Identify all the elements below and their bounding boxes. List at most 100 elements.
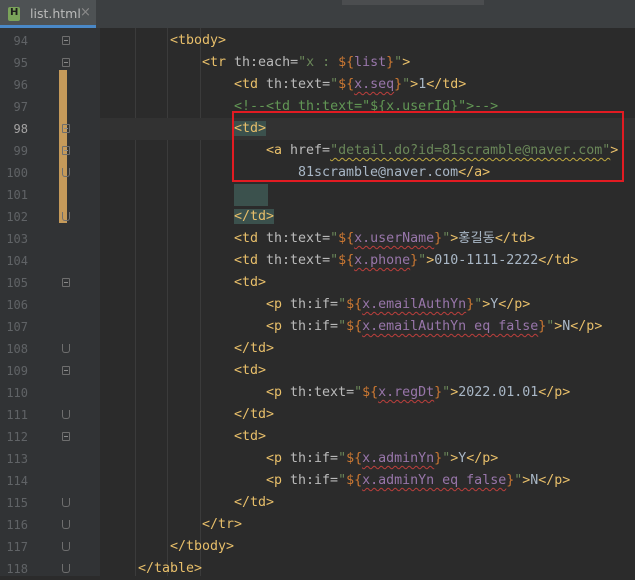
- code-text: </td>: [234, 206, 275, 228]
- html-file-icon: [8, 7, 20, 21]
- code-token-var: x.userName: [354, 231, 435, 246]
- code-text: <td>: [234, 360, 266, 382]
- code-line[interactable]: 117 </tbody>: [0, 536, 635, 558]
- fold-marker-icon[interactable]: [62, 58, 70, 67]
- code-line[interactable]: 115 </td>: [0, 492, 635, 514]
- code-token-tag: <tr: [202, 55, 235, 70]
- code-token-expr: ${: [362, 385, 379, 400]
- code-text: </td>: [234, 404, 274, 426]
- code-line[interactable]: 105 <td>: [0, 272, 635, 294]
- code-token-tag: </p>: [570, 319, 603, 334]
- line-number: 109: [6, 364, 28, 378]
- tab-list-html[interactable]: list.html ×: [0, 0, 96, 28]
- code-token-expr: }: [434, 451, 443, 466]
- fold-end-icon[interactable]: [62, 410, 70, 419]
- code-token-str: ": [442, 231, 451, 246]
- code-token-expr: ${: [346, 297, 363, 312]
- fold-end-icon[interactable]: [62, 564, 70, 573]
- code-token-str: ": [330, 253, 339, 268]
- code-line[interactable]: 101: [0, 184, 635, 206]
- code-token-tag: <td: [234, 77, 267, 92]
- code-token-expr: }: [434, 231, 443, 246]
- code-line[interactable]: 104 <td th:text="${x.phone}">010-1111-222…: [0, 250, 635, 272]
- fold-end-icon[interactable]: [62, 520, 70, 529]
- code-token-tag: <td: [234, 253, 267, 268]
- code-text: </tbody>: [170, 536, 234, 558]
- line-number: 106: [6, 298, 28, 312]
- code-line[interactable]: 113 <p th:if="${x.adminYn}">Y</p>: [0, 448, 635, 470]
- code-token-tag: </td>: [234, 341, 275, 356]
- code-line[interactable]: 114 <p th:if="${x.adminYn eq false}">N</p…: [0, 470, 635, 492]
- code-line[interactable]: 102 </td>: [0, 206, 635, 228]
- fold-end-icon[interactable]: [62, 168, 70, 177]
- line-number: 110: [6, 386, 28, 400]
- line-number: 104: [6, 254, 28, 268]
- code-line[interactable]: 110 <p th:text="${x.regDt}">2022.01.01</p…: [0, 382, 635, 404]
- code-token-tag: <td>: [234, 429, 267, 444]
- code-line[interactable]: 94 <tbody>: [0, 30, 635, 52]
- code-line[interactable]: 112 <td>: [0, 426, 635, 448]
- code-token-text: 2022.01.01: [458, 385, 539, 400]
- code-line[interactable]: 107 <p th:if="${x.emailAuthYn eq false}">…: [0, 316, 635, 338]
- line-number: 97: [13, 100, 28, 114]
- code-token-var: x.adminYn eq false: [362, 473, 507, 488]
- fold-end-icon[interactable]: [62, 498, 70, 507]
- fold-end-icon[interactable]: [62, 344, 70, 353]
- code-token-expr: ${: [346, 473, 363, 488]
- line-number: 102: [6, 210, 28, 224]
- code-line[interactable]: 118 </table>: [0, 558, 635, 580]
- code-line[interactable]: 111 </td>: [0, 404, 635, 426]
- fold-marker-icon[interactable]: [62, 366, 70, 375]
- code-token-str: "x :: [298, 55, 339, 70]
- fold-end-icon[interactable]: [62, 542, 70, 551]
- code-token-expr: ${: [338, 55, 355, 70]
- fold-marker-icon[interactable]: [62, 124, 70, 133]
- code-text: [234, 184, 268, 206]
- code-token-str: ": [442, 385, 451, 400]
- code-line[interactable]: 106 <p th:if="${x.emailAuthYn}">Y</p>: [0, 294, 635, 316]
- code-token-var: x.emailAuthYn eq false: [362, 319, 539, 334]
- fold-end-icon[interactable]: [62, 212, 70, 221]
- close-tab-icon[interactable]: ×: [80, 5, 91, 20]
- code-text: <tbody>: [170, 30, 226, 52]
- code-token-expr: }: [434, 385, 443, 400]
- code-token-tag: </td>: [234, 209, 275, 224]
- code-text: </tr>: [202, 514, 242, 536]
- code-token-tag: <p: [266, 385, 291, 400]
- code-token-tag: <td>: [234, 363, 267, 378]
- code-token-var: x.regDt: [378, 385, 435, 400]
- code-token-tag: >: [450, 385, 459, 400]
- fold-marker-icon[interactable]: [62, 432, 70, 441]
- code-token-str: ": [338, 319, 347, 334]
- code-text: </td>: [234, 492, 274, 514]
- code-text: <td>: [234, 426, 266, 448]
- code-line[interactable]: 109 <td>: [0, 360, 635, 382]
- code-token-str: ": [442, 451, 451, 466]
- code-token-expr: ${: [338, 77, 355, 92]
- selection-fill: [234, 184, 268, 206]
- line-number: 113: [6, 452, 28, 466]
- line-number: 114: [6, 474, 28, 488]
- fold-marker-icon[interactable]: [62, 36, 70, 45]
- fold-marker-icon[interactable]: [62, 146, 70, 155]
- line-number: 117: [6, 540, 28, 554]
- code-line[interactable]: 96 <td th:text="${x.seq}">1</td>: [0, 74, 635, 96]
- fold-marker-icon[interactable]: [62, 278, 70, 287]
- line-number: 103: [6, 232, 28, 246]
- code-line[interactable]: 116 </tr>: [0, 514, 635, 536]
- code-text: <td th:text="${x.userName}">홍길동</td>: [234, 228, 535, 250]
- code-token-tag: </p>: [538, 473, 571, 488]
- code-line[interactable]: 108 </td>: [0, 338, 635, 360]
- code-line[interactable]: 95 <tr th:each="x : ${list}">: [0, 52, 635, 74]
- code-text: <p th:if="${x.emailAuthYn}">Y</p>: [266, 294, 530, 316]
- code-token-tag: </td>: [234, 407, 275, 422]
- code-token-attr: th:if=: [290, 297, 339, 312]
- code-token-attr: th:text=: [290, 385, 355, 400]
- code-line[interactable]: 103 <td th:text="${x.userName}">홍길동</td>: [0, 228, 635, 250]
- code-token-str: ": [394, 55, 403, 70]
- code-token-tag: </p>: [538, 385, 571, 400]
- line-number: 98: [13, 122, 28, 136]
- line-number: 96: [13, 78, 28, 92]
- code-text: </td>: [234, 338, 274, 360]
- code-token-tag: </tr>: [202, 517, 243, 532]
